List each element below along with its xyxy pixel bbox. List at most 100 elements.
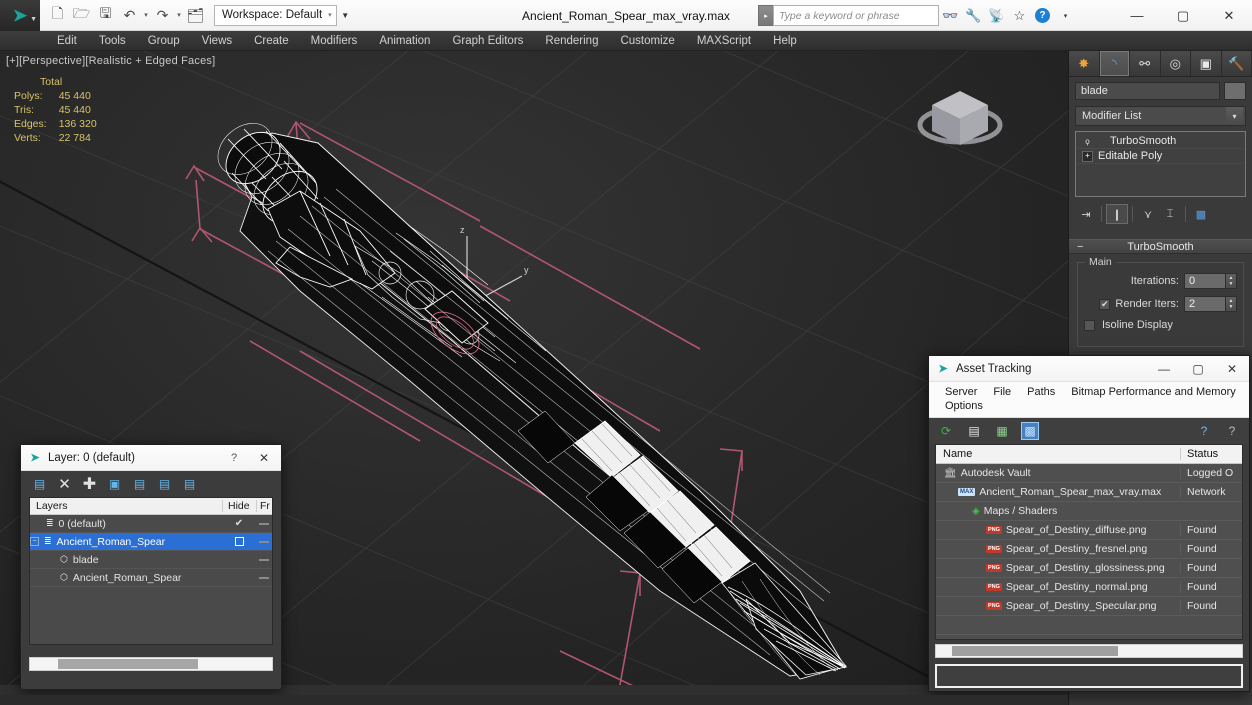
minimize-button[interactable]: — — [1114, 0, 1160, 31]
menu-rendering[interactable]: Rendering — [534, 33, 609, 49]
menu-create[interactable]: Create — [243, 33, 300, 49]
object-freeze-cell[interactable] — [256, 576, 272, 579]
menu-views[interactable]: Views — [191, 33, 243, 49]
layer-list[interactable]: Layers Hide Fr ≣ 0 (default) ✔ − ≣ Ancie… — [29, 497, 273, 645]
configure-sets-icon[interactable]: ▩ — [1190, 204, 1212, 224]
list-view-icon[interactable]: ▤ — [965, 422, 983, 440]
tab-display[interactable]: ▣ — [1191, 51, 1222, 76]
object-color-swatch[interactable] — [1224, 82, 1246, 100]
collapse-icon[interactable]: − — [1077, 241, 1083, 253]
asset-row-specular[interactable]: PNG Spear_of_Destiny_Specular.png Found — [936, 597, 1242, 616]
rollout-header[interactable]: − TurboSmooth — [1069, 239, 1252, 254]
menu-customize[interactable]: Customize — [609, 33, 685, 49]
menu-graph-editors[interactable]: Graph Editors — [441, 33, 534, 49]
layer-close-button[interactable]: ✕ — [247, 445, 281, 471]
help-icon[interactable]: ? — [1195, 422, 1213, 440]
open-file-button[interactable]: 🗁 — [70, 4, 93, 27]
asset-menu-file[interactable]: File — [985, 385, 1019, 399]
new-file-button[interactable]: 🗋 — [46, 4, 69, 27]
tab-modify[interactable]: ◝ — [1099, 51, 1130, 76]
layer-row-default[interactable]: ≣ 0 (default) ✔ — [30, 515, 272, 533]
asset-tracking-window[interactable]: ➤ Asset Tracking — ▢ ✕ Server File Paths… — [928, 355, 1250, 692]
asset-horizontal-scrollbar[interactable] — [935, 644, 1243, 658]
asset-menu-options[interactable]: Options — [937, 399, 991, 413]
menu-tools[interactable]: Tools — [88, 33, 137, 49]
asset-close-button[interactable]: ✕ — [1215, 356, 1249, 382]
asset-row-fresnel[interactable]: PNG Spear_of_Destiny_fresnel.png Found — [936, 540, 1242, 559]
layer-row-spear-object[interactable]: ⬡ Ancient_Roman_Spear — [30, 569, 272, 587]
menu-animation[interactable]: Animation — [368, 33, 441, 49]
view-cube[interactable] — [912, 73, 1008, 159]
asset-row-diffuse[interactable]: PNG Spear_of_Destiny_diffuse.png Found — [936, 521, 1242, 540]
asset-row-normal[interactable]: PNG Spear_of_Destiny_normal.png Found — [936, 578, 1242, 597]
iterations-spinner[interactable]: 0 ▲ ▼ — [1184, 273, 1237, 289]
binoculars-icon[interactable]: 👓 — [939, 4, 962, 27]
tab-motion[interactable]: ◎ — [1160, 51, 1191, 76]
layer-dialog-titlebar[interactable]: ➤ Layer: 0 (default) ? ✕ — [21, 445, 281, 471]
asset-menu-server[interactable]: Server — [937, 385, 985, 399]
menu-edit[interactable]: Edit — [46, 33, 88, 49]
tab-utilities[interactable]: 🔨 — [1221, 51, 1252, 76]
asset-row-maps-shaders[interactable]: ◈ Maps / Shaders — [936, 502, 1242, 521]
modifier-stack-item-editable-poly[interactable]: + Editable Poly — [1078, 149, 1243, 164]
isoline-display-checkbox[interactable] — [1084, 319, 1095, 331]
render-iters-spinner[interactable]: 2 ▲ ▼ — [1184, 296, 1237, 312]
menu-help[interactable]: Help — [762, 33, 808, 49]
maximize-button[interactable]: ▢ — [1160, 0, 1206, 31]
layer-hide-checkbox[interactable] — [222, 537, 256, 546]
modifier-list-dropdown[interactable]: Modifier List ▾ — [1075, 106, 1246, 126]
asset-minimize-button[interactable]: — — [1147, 356, 1181, 382]
render-iters-checkbox[interactable]: ✔ — [1099, 298, 1111, 310]
add-selection-icon[interactable]: ▤ — [156, 476, 173, 493]
help-icon[interactable]: ? — [1031, 4, 1054, 27]
asset-row-max-file[interactable]: MAX Ancient_Roman_Spear_max_vray.max Net… — [936, 483, 1242, 502]
asset-list[interactable]: Name Status 🏛 Autodesk Vault Logged O MA… — [935, 444, 1243, 640]
object-name-input[interactable]: blade — [1075, 82, 1220, 100]
asset-status-field[interactable] — [935, 664, 1243, 688]
undo-dropdown-icon[interactable]: ▾ — [142, 4, 150, 27]
star-favorites-icon[interactable]: ☆ — [1008, 4, 1031, 27]
spinner-arrows-icon[interactable]: ▲ ▼ — [1226, 296, 1237, 312]
workspace-dropdown-button[interactable]: ▼ — [338, 5, 353, 26]
undo-button[interactable]: ↶ — [118, 4, 141, 27]
search-expand-icon[interactable]: ▸ — [758, 5, 773, 26]
make-unique-icon[interactable]: ⋎ — [1137, 204, 1159, 224]
asset-row-empty[interactable] — [936, 616, 1242, 635]
search-input[interactable]: Type a keyword or phrase — [773, 5, 939, 26]
expand-collapse-icon[interactable]: − — [30, 537, 39, 546]
asset-row-vault[interactable]: 🏛 Autodesk Vault Logged O — [936, 464, 1242, 483]
remove-modifier-icon[interactable]: ⌶ — [1159, 204, 1181, 224]
menu-maxscript[interactable]: MAXScript — [686, 33, 762, 49]
object-freeze-cell[interactable] — [256, 558, 272, 561]
layer-properties-icon[interactable]: ▤ — [181, 476, 198, 493]
asset-menu-paths[interactable]: Paths — [1019, 385, 1063, 399]
layer-horizontal-scrollbar[interactable] — [29, 657, 273, 671]
satellite-icon[interactable]: 📡 — [985, 4, 1008, 27]
close-button[interactable]: ✕ — [1206, 0, 1252, 31]
layer-freeze-cell[interactable] — [256, 540, 272, 543]
plus-box-icon[interactable]: + — [1082, 150, 1093, 162]
layer-row-blade[interactable]: ⬡ blade — [30, 551, 272, 569]
render-iters-value[interactable]: 2 — [1184, 296, 1226, 312]
menu-group[interactable]: Group — [137, 33, 191, 49]
new-layer-icon[interactable]: ▤ — [31, 476, 48, 493]
modifier-stack-item-turbosmooth[interactable]: ϙ TurboSmooth — [1078, 134, 1243, 149]
asset-row-glossiness[interactable]: PNG Spear_of_Destiny_glossiness.png Foun… — [936, 559, 1242, 578]
chevron-down-icon[interactable]: ▼ — [30, 16, 37, 23]
iterations-value[interactable]: 0 — [1184, 273, 1226, 289]
pin-stack-icon[interactable]: ⇥ — [1075, 204, 1097, 224]
grid-view-icon[interactable]: ▩ — [1021, 422, 1039, 440]
spinner-arrows-icon[interactable]: ▲ ▼ — [1226, 273, 1237, 289]
project-folder-button[interactable]: 🗂 — [184, 4, 207, 27]
layer-hide-check-icon[interactable]: ✔ — [222, 518, 256, 529]
app-logo-button[interactable]: ➤ ▼ — [0, 0, 40, 31]
show-end-result-icon[interactable]: ❙ — [1106, 204, 1128, 224]
select-highlight-icon[interactable]: ▤ — [131, 476, 148, 493]
select-objects-icon[interactable]: ▣ — [106, 476, 123, 493]
redo-dropdown-icon[interactable]: ▾ — [175, 4, 183, 27]
scrollbar-thumb[interactable] — [58, 659, 198, 669]
refresh-icon[interactable]: ⟳ — [937, 422, 955, 440]
modifier-stack[interactable]: ϙ TurboSmooth + Editable Poly — [1075, 131, 1246, 197]
wrench-icon[interactable]: 🔧 — [962, 4, 985, 27]
layer-help-button[interactable]: ? — [221, 445, 247, 471]
